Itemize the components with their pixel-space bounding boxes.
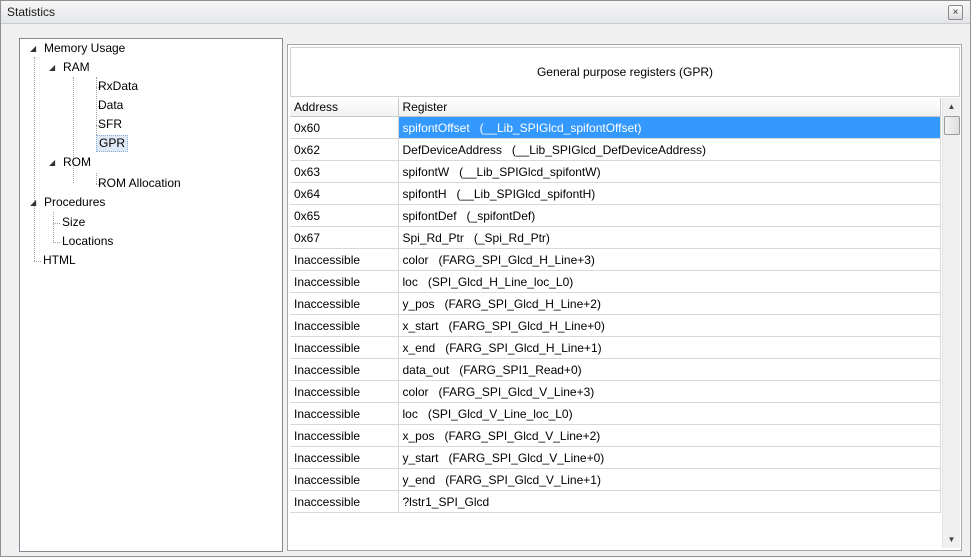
- cell-address: 0x62: [290, 138, 399, 161]
- cell-address: 0x60: [290, 116, 399, 139]
- table-row[interactable]: Inaccessible x_start (FARG_SPI_Glcd_H_Lin…: [290, 314, 941, 337]
- cell-register: spifontW (__Lib_SPIGlcd_spifontW): [398, 160, 941, 183]
- tree-connector: [96, 173, 97, 184]
- cell-address: Inaccessible: [290, 424, 399, 447]
- panel-heading: General purpose registers (GPR): [290, 47, 960, 97]
- cell-register: spifontH (__Lib_SPIGlcd_spifontH): [398, 182, 941, 205]
- tree-connector: [34, 57, 35, 261]
- cell-address: Inaccessible: [290, 314, 399, 337]
- cell-register: data_out (FARG_SPI1_Read+0): [398, 358, 941, 381]
- cell-register: loc (SPI_Glcd_H_Line_loc_L0): [398, 270, 941, 293]
- tree-item-label: ROM Allocation: [98, 176, 181, 190]
- collapse-arrow-icon[interactable]: ◢: [49, 58, 55, 77]
- tree-item-label: RxData: [98, 79, 139, 93]
- tree-item-label: Procedures: [44, 195, 106, 209]
- title-bar[interactable]: Statistics ×: [1, 1, 970, 24]
- cell-register: color (FARG_SPI_Glcd_H_Line+3): [398, 248, 941, 271]
- table-row[interactable]: Inaccessible y_end (FARG_SPI_Glcd_V_Line+…: [290, 468, 941, 491]
- table-row[interactable]: Inaccessible loc (SPI_Glcd_H_Line_loc_L0): [290, 270, 941, 293]
- cell-address: 0x64: [290, 182, 399, 205]
- table-row[interactable]: Inaccessible y_pos (FARG_SPI_Glcd_H_Line+…: [290, 292, 941, 315]
- close-icon[interactable]: ×: [948, 5, 963, 20]
- cell-register: DefDeviceAddress (__Lib_SPIGlcd_DefDevic…: [398, 138, 941, 161]
- table-row[interactable]: 0x67 Spi_Rd_Ptr (_Spi_Rd_Ptr): [290, 226, 941, 249]
- tree-item-label: SFR: [98, 117, 122, 131]
- cell-register: x_end (FARG_SPI_Glcd_H_Line+1): [398, 336, 941, 359]
- tree-item-label: RAM: [63, 60, 90, 74]
- cell-register: y_end (FARG_SPI_Glcd_V_Line+1): [398, 468, 941, 491]
- tree-connector: [34, 261, 41, 262]
- scroll-thumb[interactable]: [944, 116, 960, 135]
- vertical-scrollbar[interactable]: ▲ ▼: [942, 98, 960, 548]
- column-header-register[interactable]: Register: [398, 98, 941, 117]
- table-row[interactable]: 0x62 DefDeviceAddress (__Lib_SPIGlcd_DefD…: [290, 138, 941, 161]
- cell-address: Inaccessible: [290, 336, 399, 359]
- table-row[interactable]: 0x60 spifontOffset (__Lib_SPIGlcd_spifont…: [290, 116, 941, 139]
- tree-connector: [53, 242, 60, 243]
- table-header-row: Address Register: [290, 98, 941, 117]
- collapse-arrow-icon[interactable]: ◢: [49, 153, 55, 172]
- tree-item-label: Memory Usage: [44, 41, 126, 55]
- cell-address: Inaccessible: [290, 446, 399, 469]
- tree-connector: [53, 223, 60, 224]
- statistics-window: Statistics × ◢ Memory Usage ◢ RAM RxData…: [0, 0, 971, 557]
- cell-register: color (FARG_SPI_Glcd_V_Line+3): [398, 380, 941, 403]
- scroll-up-arrow-icon[interactable]: ▲: [943, 98, 960, 115]
- table-row[interactable]: Inaccessible color (FARG_SPI_Glcd_H_Line+…: [290, 248, 941, 271]
- gpr-panel: General purpose registers (GPR) Address …: [287, 44, 962, 551]
- tree-item-label: HTML: [43, 253, 76, 267]
- table-body: 0x60 spifontOffset (__Lib_SPIGlcd_spifont…: [290, 116, 941, 513]
- cell-register: spifontOffset (__Lib_SPIGlcd_spifontOffs…: [398, 116, 941, 139]
- cell-address: Inaccessible: [290, 358, 399, 381]
- column-header-address[interactable]: Address: [290, 98, 399, 117]
- tree-item-label-selected: GPR: [96, 135, 129, 152]
- cell-register: ?lstr1_SPI_Glcd: [398, 490, 941, 513]
- cell-register: y_start (FARG_SPI_Glcd_V_Line+0): [398, 446, 941, 469]
- cell-register: y_pos (FARG_SPI_Glcd_H_Line+2): [398, 292, 941, 315]
- cell-address: 0x67: [290, 226, 399, 249]
- tree-item-label: ROM: [63, 155, 91, 169]
- tree-item-label: Size: [62, 215, 86, 229]
- tree-view[interactable]: ◢ Memory Usage ◢ RAM RxData Data SFR GPR…: [19, 38, 283, 552]
- cell-address: Inaccessible: [290, 292, 399, 315]
- cell-address: Inaccessible: [290, 270, 399, 293]
- cell-register: spifontDef (_spifontDef): [398, 204, 941, 227]
- table-row[interactable]: 0x63 spifontW (__Lib_SPIGlcd_spifontW): [290, 160, 941, 183]
- table-row[interactable]: Inaccessible y_start (FARG_SPI_Glcd_V_Lin…: [290, 446, 941, 469]
- cell-address: Inaccessible: [290, 380, 399, 403]
- table-row[interactable]: Inaccessible x_pos (FARG_SPI_Glcd_V_Line+…: [290, 424, 941, 447]
- cell-address: Inaccessible: [290, 402, 399, 425]
- scroll-down-arrow-icon[interactable]: ▼: [943, 531, 960, 548]
- collapse-arrow-icon[interactable]: ◢: [30, 39, 36, 58]
- table-row[interactable]: 0x65 spifontDef (_spifontDef): [290, 204, 941, 227]
- table-row[interactable]: Inaccessible loc (SPI_Glcd_V_Line_loc_L0): [290, 402, 941, 425]
- table-row[interactable]: Inaccessible ?lstr1_SPI_Glcd: [290, 490, 941, 513]
- register-table: Address Register 0x60 spifontOffset (__Li…: [290, 98, 941, 513]
- table-row[interactable]: 0x64 spifontH (__Lib_SPIGlcd_spifontH): [290, 182, 941, 205]
- cell-register: x_start (FARG_SPI_Glcd_H_Line+0): [398, 314, 941, 337]
- tree-connector: [53, 212, 54, 243]
- register-grid[interactable]: Address Register 0x60 spifontOffset (__Li…: [290, 98, 941, 550]
- cell-address: Inaccessible: [290, 248, 399, 271]
- cell-register: loc (SPI_Glcd_V_Line_loc_L0): [398, 402, 941, 425]
- cell-address: 0x63: [290, 160, 399, 183]
- tree-item-label: Data: [98, 98, 124, 112]
- table-row[interactable]: Inaccessible x_end (FARG_SPI_Glcd_H_Line+…: [290, 336, 941, 359]
- cell-address: Inaccessible: [290, 468, 399, 491]
- tree-item-label: Locations: [62, 234, 114, 248]
- cell-register: Spi_Rd_Ptr (_Spi_Rd_Ptr): [398, 226, 941, 249]
- cell-address: 0x65: [290, 204, 399, 227]
- window-title: Statistics: [7, 5, 56, 19]
- cell-address: Inaccessible: [290, 490, 399, 513]
- collapse-arrow-icon[interactable]: ◢: [30, 193, 36, 212]
- table-row[interactable]: Inaccessible color (FARG_SPI_Glcd_V_Line+…: [290, 380, 941, 403]
- cell-register: x_pos (FARG_SPI_Glcd_V_Line+2): [398, 424, 941, 447]
- table-row[interactable]: Inaccessible data_out (FARG_SPI1_Read+0): [290, 358, 941, 381]
